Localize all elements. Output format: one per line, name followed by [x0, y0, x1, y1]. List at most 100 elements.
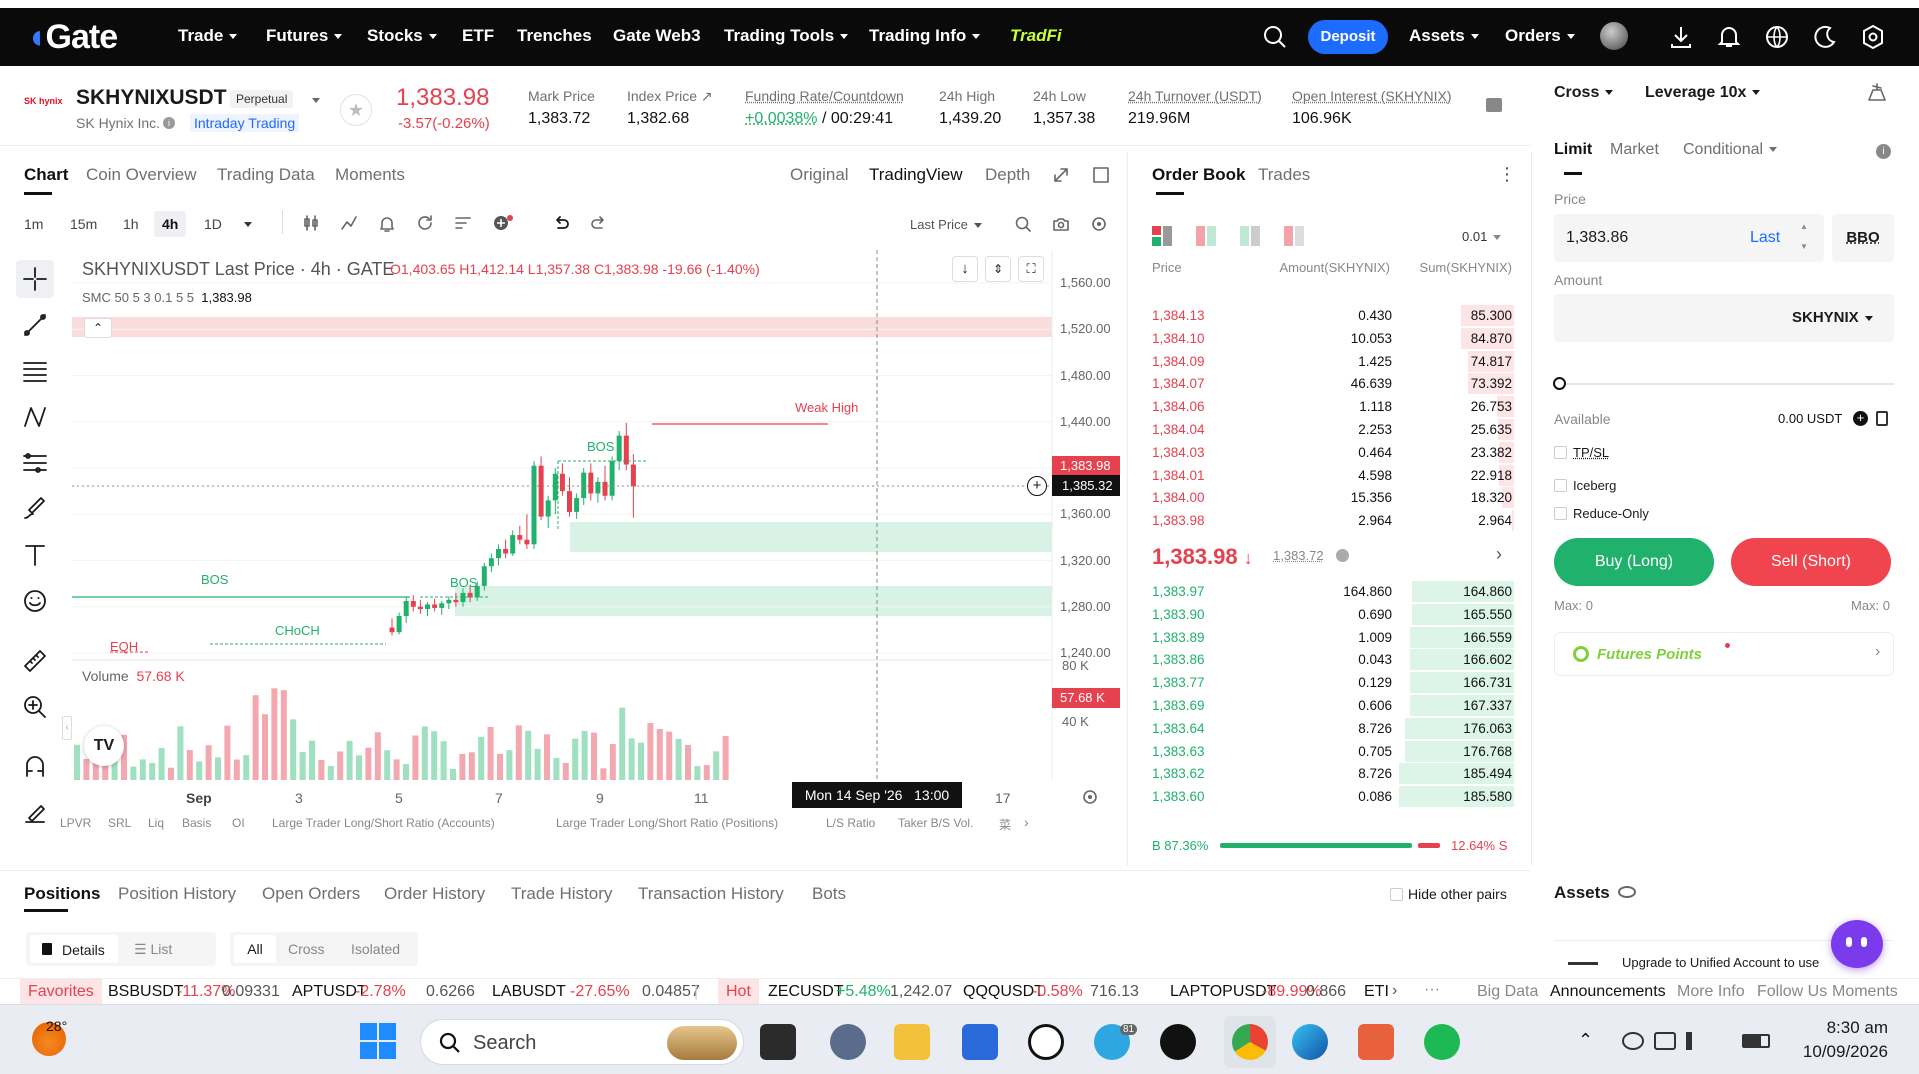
ask-row[interactable]: 1,384.01 4.598 22.918	[1132, 464, 1532, 487]
calc-sheet-icon[interactable]	[1876, 411, 1888, 426]
bid-row[interactable]: 1,383.89 1.009 166.559	[1132, 626, 1532, 649]
indicator-shortcut[interactable]: Taker B/S Vol.	[898, 816, 973, 830]
tape-more-icon[interactable]: ···	[1424, 981, 1440, 999]
indicator-shortcut[interactable]: OI	[232, 816, 245, 830]
bbo-button[interactable]: BBO	[1832, 214, 1894, 262]
tape-link-moments[interactable]: Moments	[1832, 983, 1898, 1001]
bid-row[interactable]: 1,383.77 0.129 166.731	[1132, 671, 1532, 694]
tab-market[interactable]: Market	[1610, 141, 1659, 159]
indicator-shortcut[interactable]: Liq	[148, 816, 164, 830]
amount-input[interactable]: SKHYNIX	[1554, 294, 1894, 342]
tape-hot-label[interactable]: Hot	[718, 979, 759, 1005]
view-list-button[interactable]: ☰ List	[134, 941, 172, 958]
tray-display-icon[interactable]	[1654, 1032, 1676, 1050]
tape-symbol[interactable]: LAPTOPUSDT	[1170, 983, 1276, 1001]
sell-short-button[interactable]: Sell (Short)	[1731, 538, 1891, 586]
ob-more-icon[interactable]: ⋮	[1498, 164, 1516, 185]
ask-row[interactable]: 1,384.09 1.425 74.817	[1132, 350, 1532, 373]
tray-battery-icon[interactable]	[1742, 1034, 1770, 1048]
timeframe-15m[interactable]: 15m	[70, 216, 97, 232]
start-windows-icon[interactable]	[360, 1023, 396, 1059]
file-explorer-icon[interactable]	[894, 1024, 930, 1060]
tab-order-history[interactable]: Order History	[384, 884, 485, 904]
view-depth[interactable]: Depth	[985, 165, 1030, 185]
ask-row[interactable]: 1,383.98 2.964 2.964	[1132, 509, 1532, 532]
maximize-pane-button[interactable]: ⛶	[1018, 256, 1044, 282]
tab-transaction-history[interactable]: Transaction History	[638, 884, 784, 904]
ask-row[interactable]: 1,384.10 10.053 84.870	[1132, 327, 1532, 350]
collapse-pane-button[interactable]: ⇕	[985, 256, 1011, 282]
indicator-shortcut[interactable]: L/S Ratio	[826, 816, 875, 830]
ob-view-asks-icon[interactable]	[1196, 226, 1216, 246]
collapse-legend-button[interactable]: ⌃	[84, 318, 112, 338]
axis-settings-icon[interactable]	[1082, 789, 1098, 805]
tape-link-announcements[interactable]: Announcements	[1550, 983, 1666, 1001]
tab-trade-history[interactable]: Trade History	[511, 884, 612, 904]
clock-time[interactable]: 8:30 am	[1798, 1018, 1888, 1038]
indicator-shortcut[interactable]: Large Trader Long/Short Ratio (Accounts)	[272, 816, 495, 830]
tab-conditional[interactable]: Conditional	[1683, 141, 1778, 159]
timeframe-1m[interactable]: 1m	[24, 216, 43, 232]
claude-app-icon[interactable]	[1358, 1024, 1394, 1060]
ask-row[interactable]: 1,384.07 46.639 73.392	[1132, 372, 1532, 395]
ask-row[interactable]: 1,384.00 15.356 18.320	[1132, 486, 1532, 509]
timeframe-more-icon[interactable]	[244, 222, 252, 227]
calculator-icon[interactable]	[1866, 82, 1888, 102]
timeframe-1h[interactable]: 1h	[123, 216, 139, 232]
ask-row[interactable]: 1,384.06 1.118 26.753	[1132, 395, 1532, 418]
tray-volume-icon[interactable]	[1686, 1032, 1704, 1050]
timeframe-4h[interactable]: 4h	[154, 211, 187, 237]
ask-row[interactable]: 1,384.03 0.464 23.382	[1132, 441, 1532, 464]
tape-symbol[interactable]: ZECUSDT	[768, 983, 844, 1001]
tape-link-follow-us[interactable]: Follow Us	[1757, 983, 1827, 1001]
chat-assistant-icon[interactable]	[1831, 920, 1883, 968]
view-details-button[interactable]: Details	[30, 935, 118, 963]
ob-more-chevron-icon[interactable]: ›	[1496, 544, 1502, 565]
search-icon[interactable]	[1262, 24, 1288, 50]
chatgpt-icon[interactable]	[1028, 1024, 1064, 1060]
amount-slider-handle[interactable]	[1553, 377, 1566, 390]
tape-link-big-data[interactable]: Big Data	[1477, 983, 1538, 1001]
filter-cross-button[interactable]: Cross	[288, 941, 325, 957]
order-info-icon[interactable]: i	[1876, 144, 1891, 159]
download-icon[interactable]	[1668, 24, 1694, 50]
margin-mode-select[interactable]: Cross	[1554, 84, 1614, 102]
chrome-icon[interactable]	[1232, 1024, 1268, 1060]
tab-position-history[interactable]: Position History	[118, 884, 236, 904]
ob-mark-info-icon[interactable]	[1336, 549, 1349, 562]
iceberg-checkbox[interactable]	[1554, 479, 1567, 492]
add-alert-plus-icon[interactable]: +	[1027, 476, 1047, 496]
tab-order-book[interactable]: Order Book	[1152, 165, 1246, 185]
tab-chart[interactable]: Chart	[24, 165, 68, 185]
indicator-shortcut[interactable]: LPVR	[60, 816, 91, 830]
filter-isolated-button[interactable]: Isolated	[351, 941, 400, 957]
tab-bots[interactable]: Bots	[812, 884, 846, 904]
ob-view-both-icon[interactable]	[1152, 226, 1172, 246]
timeframe-1D[interactable]: 1D	[204, 216, 222, 232]
price-last-button[interactable]: Last	[1750, 229, 1780, 247]
filter-all-button[interactable]: All	[234, 935, 276, 963]
ob-view-sells-icon[interactable]	[1284, 226, 1304, 246]
bid-row[interactable]: 1,383.97 164.860 164.860	[1132, 580, 1532, 603]
view-original[interactable]: Original	[790, 165, 849, 185]
tape-favorites-label[interactable]: Favorites	[20, 979, 102, 1005]
buy-long-button[interactable]: Buy (Long)	[1554, 538, 1714, 586]
spotify-icon[interactable]	[1424, 1024, 1460, 1060]
assets-menu[interactable]: Assets	[1409, 26, 1479, 46]
bid-row[interactable]: 1,383.62 8.726 185.494	[1132, 762, 1532, 785]
tray-network-icon[interactable]	[1622, 1032, 1644, 1050]
indicator-shortcut[interactable]: SRL	[108, 816, 131, 830]
deposit-button[interactable]: Deposit	[1308, 20, 1388, 54]
price-chart[interactable]: Weak High BOS BOS BOS CHoCH EQH	[0, 0, 1128, 866]
price-input[interactable]: 1,383.86 Last ▲ ▼	[1554, 214, 1824, 262]
tradingview-logo[interactable]: TV	[84, 726, 124, 766]
price-up-icon[interactable]: ▲	[1800, 222, 1808, 231]
bid-row[interactable]: 1,383.90 0.690 165.550	[1132, 603, 1532, 626]
tpsl-checkbox[interactable]	[1554, 446, 1567, 459]
price-down-icon[interactable]: ▼	[1800, 242, 1808, 251]
tape-symbol[interactable]: ETI	[1364, 983, 1389, 1001]
tab-limit[interactable]: Limit	[1554, 141, 1592, 159]
settings-hex-icon[interactable]	[1860, 24, 1886, 50]
bid-row[interactable]: 1,383.63 0.705 176.768	[1132, 740, 1532, 763]
hide-pairs-checkbox[interactable]	[1390, 888, 1403, 901]
